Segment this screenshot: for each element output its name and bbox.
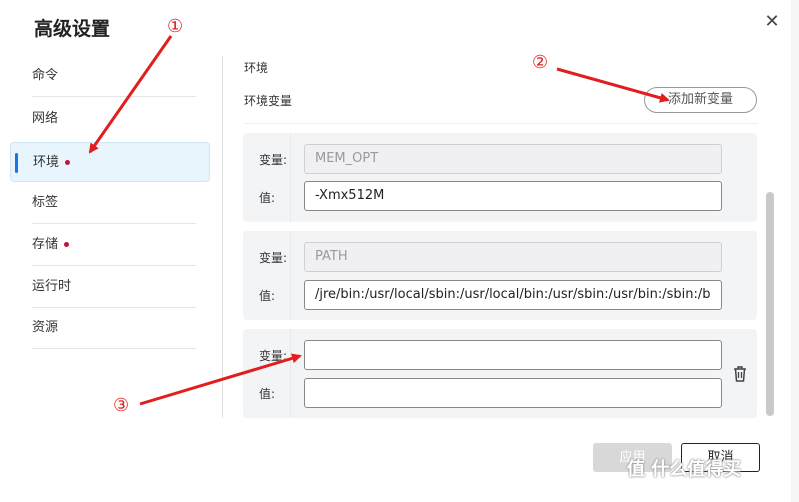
annotation-arrows — [88, 35, 670, 406]
annotation-marker-1: ① — [167, 16, 184, 37]
annotation-arrow-2 — [556, 67, 670, 103]
annotation-arrow-3 — [139, 353, 302, 406]
annotation-marker-3: ③ — [113, 395, 130, 416]
annotation-arrow-1 — [88, 35, 173, 154]
annotation-marker-2: ② — [532, 52, 549, 73]
watermark: 值 什么值得买 — [627, 459, 742, 480]
